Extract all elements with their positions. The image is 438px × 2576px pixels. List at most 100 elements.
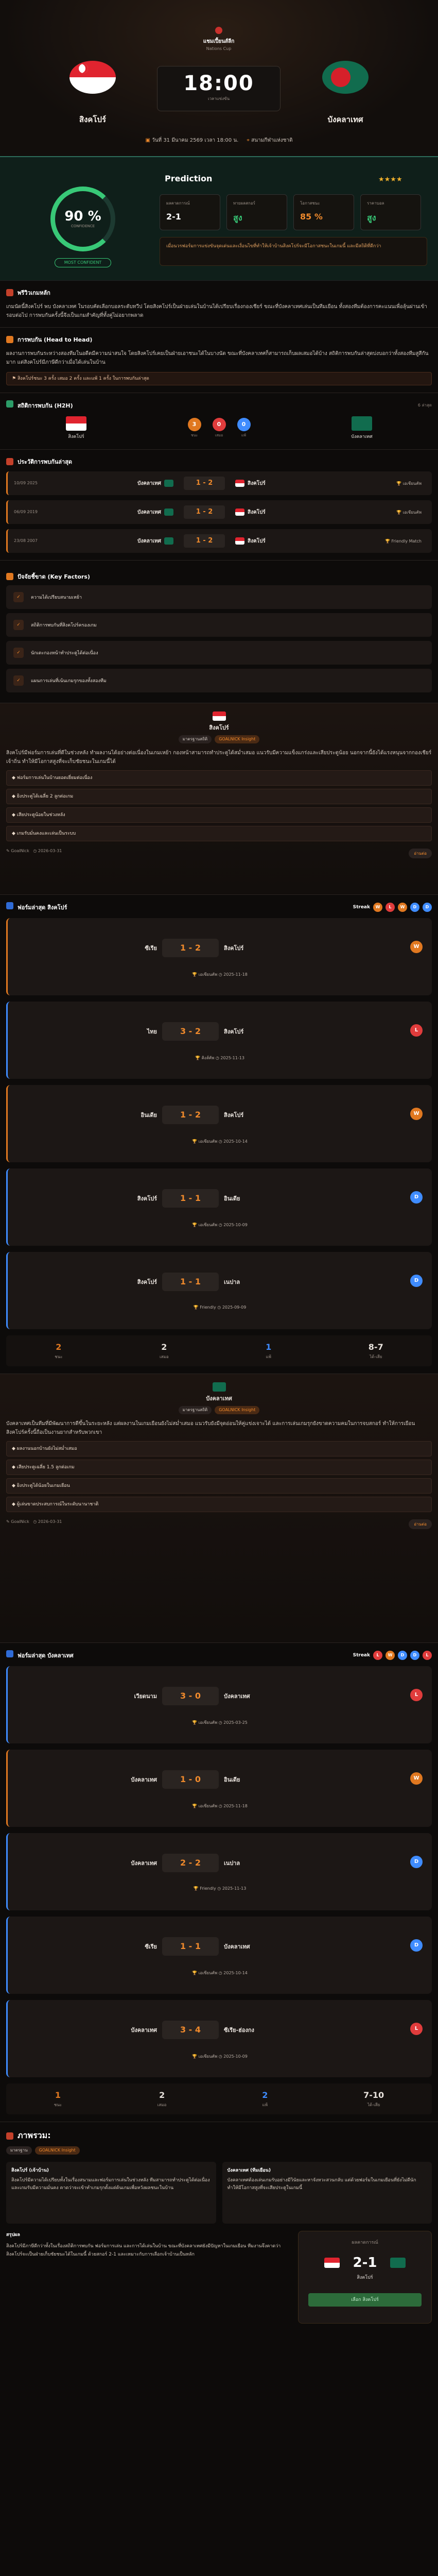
summary-pill-b: GOALNICK Insight bbox=[34, 2146, 80, 2155]
match-hero: แชมเปี้ยนส์ลีก Nations Cup สิงคโปร์ 18:0… bbox=[0, 0, 438, 157]
home-read-more-button[interactable]: อ่านต่อ bbox=[409, 849, 432, 858]
kickoff-label: เวลาแข่งขัน bbox=[207, 96, 230, 101]
recent-score: 1 - 2 bbox=[162, 939, 219, 957]
h2h-away-label: สิงคโปร์ bbox=[248, 509, 266, 515]
recent-score: 3 - 0 bbox=[162, 1687, 219, 1705]
recent-home: บังคลาเทศ bbox=[39, 2025, 162, 2035]
league-sub: Nations Cup bbox=[206, 46, 232, 51]
home-analysis-text: สิงคโปร์มีฟอร์มการเล่นที่ดีในช่วงหลัง ทำ… bbox=[6, 750, 432, 765]
recent-match-card[interactable]: ซีเรีย 1 - 2 สิงคโปร์ 🏆 เอเชียนคัพ ◷ 2025-1… bbox=[6, 918, 432, 995]
stats-icon bbox=[6, 400, 13, 408]
recent-league: 🏆 เอเชียนคัพ bbox=[192, 2054, 218, 2059]
away-read-more-button[interactable]: อ่านต่อ bbox=[409, 1519, 432, 1529]
recent-h2h-title: ประวัติการพบกันล่าสุด bbox=[17, 459, 73, 465]
match-venue: สนามกีฬาแห่งชาติ bbox=[251, 138, 293, 143]
recent-match-card[interactable]: ซีเรีย 1 - 1 บังคลาเทศ 🏆 เอเชียนคัพ ◷ 2025-… bbox=[6, 1917, 432, 1994]
recent-home-label: บังคลาเทศ bbox=[131, 1776, 157, 1783]
recent-home: ไทย bbox=[39, 1027, 162, 1036]
match-meta: ▣ วันที่ 31 มีนาคม 2569 เวลา 18:00 น. ⌖ … bbox=[145, 138, 293, 143]
recent-match-card[interactable]: เวียดนาม 3 - 0 บังคลาเทศ 🏆 เอเชียนคัพ ◷ 202… bbox=[6, 1666, 432, 1743]
recent-score: 2 - 2 bbox=[162, 1854, 219, 1872]
overview-section: พรีวิวเกมหลัก เกมนัดนี้สิงคโปร์ พบ บังคล… bbox=[0, 281, 438, 328]
h2h-home: บังคลาเทศ bbox=[45, 508, 184, 516]
stat-value: 8-7 bbox=[368, 1342, 383, 1352]
recent-match-row: เวียดนาม 3 - 0 บังคลาเทศ bbox=[39, 1687, 399, 1705]
h2h-home-flag-icon bbox=[164, 537, 173, 545]
streak-dot: W bbox=[373, 902, 382, 912]
h2h-row[interactable]: 23/08 2007 บังคลาเทศ 1 - 2 สิงคโปร์ 🏆 Friend… bbox=[6, 529, 432, 553]
recent-match-card[interactable]: บังคลาเทศ 3 - 4 ซีเรีย-ฮ่องกง 🏆 เอเชียนคัพ … bbox=[6, 2000, 432, 2077]
recent-match-card[interactable]: บังคลาเทศ 1 - 0 อินเดีย 🏆 เอเชียนคัพ ◷ 2025… bbox=[6, 1750, 432, 1827]
kickoff-time: 18:00 bbox=[183, 72, 254, 95]
confidence-ring: 90 % CONFIDENCE bbox=[50, 187, 115, 251]
result-badge: W bbox=[410, 1772, 423, 1785]
recent-home-label: บังคลาเทศ bbox=[131, 1860, 157, 1867]
streak-dot: D bbox=[410, 902, 419, 912]
confidence-badge: MOST CONFIDENT bbox=[55, 258, 111, 267]
prediction-panel: 90 % CONFIDENCE MOST CONFIDENT Predictio… bbox=[0, 157, 438, 281]
analysis-bullet: ◆ ฟอร์มการเล่นในบ้านยอดเยี่ยมต่อเนื่อง bbox=[6, 770, 432, 786]
away-recent-section: ฟอร์มล่าสุด บังคลาเทศ Streak L W D D L เวียดนา… bbox=[0, 1643, 438, 2122]
recent-match-card[interactable]: สิงคโปร์ 1 - 1 อินเดีย 🏆 เอเชียนคัพ ◷ 2025-… bbox=[6, 1168, 432, 1246]
recent-away: สิงคโปร์ bbox=[219, 943, 342, 953]
prediction-title: Prediction bbox=[165, 174, 213, 183]
h2h-home-flag-icon bbox=[164, 508, 173, 516]
key-factor-label: สถิติการพบกันที่สิงคโปร์ครองเกม bbox=[31, 623, 97, 628]
recent-info: 🏆 เอเชียนคัพ ◷ 2025-10-09 bbox=[8, 1222, 432, 1228]
pick-home-button[interactable]: เลือก สิงคโปร์ bbox=[308, 2293, 422, 2307]
analysis-bullet: ◆ ผู้เล่นขาดประสบการณ์ในระดับนานาชาติ bbox=[6, 1497, 432, 1512]
away-analysis: บังคลาเทศ มาตรฐานสถิติ GOALNICK Insight บ… bbox=[0, 1374, 438, 1643]
away-analysis-team: บังคลาเทศ bbox=[206, 1395, 232, 1402]
recent-match-row: บังคลาเทศ 1 - 0 อินเดีย bbox=[39, 1770, 399, 1789]
stat-item: 2 เสมอ bbox=[157, 2090, 167, 2108]
h2h-away: สิงคโปร์ bbox=[225, 508, 302, 516]
pred-box-chance: โอกาสชนะ 85 % bbox=[293, 194, 354, 230]
recent-away-label: สิงคโปร์ bbox=[224, 945, 244, 952]
recent-match-card[interactable]: บังคลาเทศ 2 - 2 เนปาล 🏆 Friendly ◷ 2025-11-… bbox=[6, 1833, 432, 1910]
h2h-league: 🏆 Friendly Match bbox=[384, 538, 422, 544]
h2h-away-flag-icon bbox=[235, 537, 244, 545]
stat-item: 2 เสมอ bbox=[160, 1342, 169, 1360]
recent-home-label: ซีเรีย bbox=[145, 1943, 157, 1950]
home-pill-a: มาตรฐานสถิติ bbox=[178, 735, 212, 743]
recent-match-card[interactable]: สิงคโปร์ 1 - 1 เนปาล 🏆 Friendly ◷ 2025-09-0… bbox=[6, 1252, 432, 1329]
recent-date: ◷ 2025-11-18 bbox=[217, 972, 248, 977]
recent-info: 🏆 Friendly ◷ 2025-09-09 bbox=[8, 1305, 432, 1310]
stat-value: 1 bbox=[266, 1342, 272, 1352]
recent-match-row: สิงคโปร์ 1 - 1 เนปาล bbox=[39, 1273, 399, 1291]
recent-home: บังคลาเทศ bbox=[39, 1775, 162, 1784]
h2h-alert: ⚑ สิงคโปร์ชนะ 3 ครั้ง เสมอ 2 ครั้ง และแพ… bbox=[6, 372, 432, 385]
recent-info: 🏆 เอเชียนคัพ ◷ 2025-10-14 bbox=[8, 1970, 432, 1976]
h2h-date: 10/09 2025 bbox=[14, 481, 38, 485]
league-name: แชมเปี้ยนส์ลีก bbox=[203, 39, 235, 44]
h2h-row[interactable]: 06/09 2019 บังคลาเทศ 1 - 2 สิงคโปร์ 🏆 เอเชีย… bbox=[6, 500, 432, 524]
analysis-bullet: ◆ ยิงประตูได้เฉลี่ย 2 ลูกต่อเกม bbox=[6, 789, 432, 804]
stats-away: บังคลาเทศ bbox=[348, 416, 375, 440]
recent-away-label: สิงคโปร์ bbox=[224, 1028, 244, 1035]
analysis-bullet: ◆ เสียประตูเฉลี่ย 1.5 ลูกต่อเกม bbox=[6, 1460, 432, 1475]
home-recent-icon bbox=[6, 902, 13, 909]
h2h-home: บังคลาเทศ bbox=[45, 537, 184, 545]
recent-score: 3 - 2 bbox=[162, 1022, 219, 1041]
history-icon bbox=[6, 458, 13, 465]
recent-match-card[interactable]: อินเดีย 1 - 2 สิงคโปร์ 🏆 เอเชียนคัพ ◷ 2025-… bbox=[6, 1085, 432, 1162]
h2h-row[interactable]: 10/09 2025 บังคลาเทศ 1 - 2 สิงคโปร์ 🏆 เอเชีย… bbox=[6, 471, 432, 495]
recent-h2h-section: ประวัติการพบกันล่าสุด 10/09 2025 บังคลาเท… bbox=[0, 450, 438, 561]
stats-loss-count: 0 bbox=[237, 418, 251, 431]
result-badge: D bbox=[410, 1191, 423, 1204]
final-prediction-box: ผลคาดการณ์ 2-1 สิงคโปร์ เลือก สิงคโปร์ bbox=[298, 2231, 432, 2324]
recent-info: 🏆 เอเชียนคัพ ◷ 2025-11-18 bbox=[8, 971, 432, 978]
h2h-away: สิงคโปร์ bbox=[225, 479, 302, 487]
streak-label: Streak bbox=[353, 1652, 370, 1658]
h2h-league: 🏆 เอเชียนคัพ bbox=[396, 481, 422, 486]
recent-match-card[interactable]: ไทย 3 - 2 สิงคโปร์ 🏆 คิงส์คัพ ◷ 2025-11-13 L bbox=[6, 1002, 432, 1079]
overview-icon bbox=[6, 289, 13, 296]
result-badge: L bbox=[410, 1689, 423, 1701]
recent-home: ซีเรีย bbox=[39, 943, 162, 953]
recent-away: สิงคโปร์ bbox=[219, 1110, 342, 1120]
overview-title: พรีวิวเกมหลัก bbox=[17, 290, 50, 296]
recent-info: 🏆 เอเชียนคัพ ◷ 2025-10-09 bbox=[8, 2053, 432, 2060]
pred-box-goals: ทายผลสกอร์ สูง bbox=[226, 194, 287, 230]
key-factor-label: นักเตะกองหน้าทำประตูได้ต่อเนื่อง bbox=[31, 651, 98, 656]
key-factor-item: ✓ แผนการเล่นที่เน้นเกมรุกของทั้งสองทีม bbox=[6, 669, 432, 692]
